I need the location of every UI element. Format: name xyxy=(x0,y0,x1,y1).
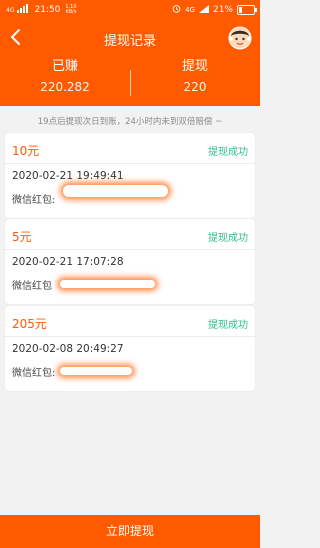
withdrawn-value: 220 xyxy=(183,80,207,94)
network-indicator-right: 4G xyxy=(185,6,195,14)
customer-service-avatar-icon[interactable] xyxy=(228,26,252,50)
redaction-mark xyxy=(60,367,132,375)
record-datetime: 2020-02-21 17:07:28 xyxy=(12,256,124,268)
alarm-icon xyxy=(172,4,181,16)
record-wallet: 微信红包 xyxy=(12,281,52,292)
nav-bar: 提现记录 xyxy=(0,20,260,58)
signal-icon-2 xyxy=(198,4,209,16)
withdrawn-column: 提现 220 xyxy=(130,58,260,95)
earnings-summary: 已赚 220.282 提现 220 xyxy=(0,58,260,110)
record-wallet: 微信红包: xyxy=(12,195,56,206)
battery-percentage: 21% xyxy=(212,5,233,15)
card-divider xyxy=(5,163,255,164)
page-title: 提现记录 xyxy=(103,34,156,49)
withdrawn-label: 提现 xyxy=(181,59,208,74)
zigzag-edge xyxy=(0,106,260,110)
network-speed-unit: KB/s xyxy=(65,9,77,15)
record-amount: 5元 xyxy=(12,230,32,244)
earned-column: 已赚 220.282 xyxy=(0,58,130,95)
clock: 21:50 xyxy=(34,5,61,15)
network-indicator-left: 4G xyxy=(6,6,15,14)
battery-icon xyxy=(237,5,257,15)
record-datetime: 2020-02-21 19:49:41 xyxy=(12,170,124,182)
withdraw-now-button[interactable]: 立即提现 xyxy=(0,515,260,548)
record-wallet: 微信红包: xyxy=(12,368,56,379)
record-amount: 10元 xyxy=(12,144,40,158)
withdraw-record-card: 10元 提现成功 2020-02-21 19:49:41 微信红包: xyxy=(5,133,255,218)
record-datetime: 2020-02-08 20:49:27 xyxy=(12,343,124,355)
battery-level xyxy=(239,7,242,13)
network-speed: 1.10 KB/s xyxy=(65,5,76,15)
record-status: 提现成功 xyxy=(208,147,248,158)
record-status: 提现成功 xyxy=(208,233,248,244)
earned-label: 已赚 xyxy=(51,59,78,74)
record-amount: 205元 xyxy=(12,317,47,331)
withdraw-record-card: 205元 提现成功 2020-02-08 20:49:27 微信红包: xyxy=(5,306,255,391)
card-divider xyxy=(5,336,255,337)
withdraw-notice: 19点后提现次日到账，24小时内未到双倍赔偿 ~ xyxy=(37,117,223,127)
card-divider xyxy=(5,249,255,250)
status-bar: 4G 21:50 1.10 KB/s 4G 21% xyxy=(0,0,260,20)
redaction-mark xyxy=(63,185,168,197)
record-status: 提现成功 xyxy=(208,320,248,331)
signal-icon xyxy=(17,4,29,16)
withdraw-record-card: 5元 提现成功 2020-02-21 17:07:28 微信红包 xyxy=(5,219,255,304)
redaction-mark xyxy=(60,280,155,288)
earned-value: 220.282 xyxy=(40,80,90,94)
